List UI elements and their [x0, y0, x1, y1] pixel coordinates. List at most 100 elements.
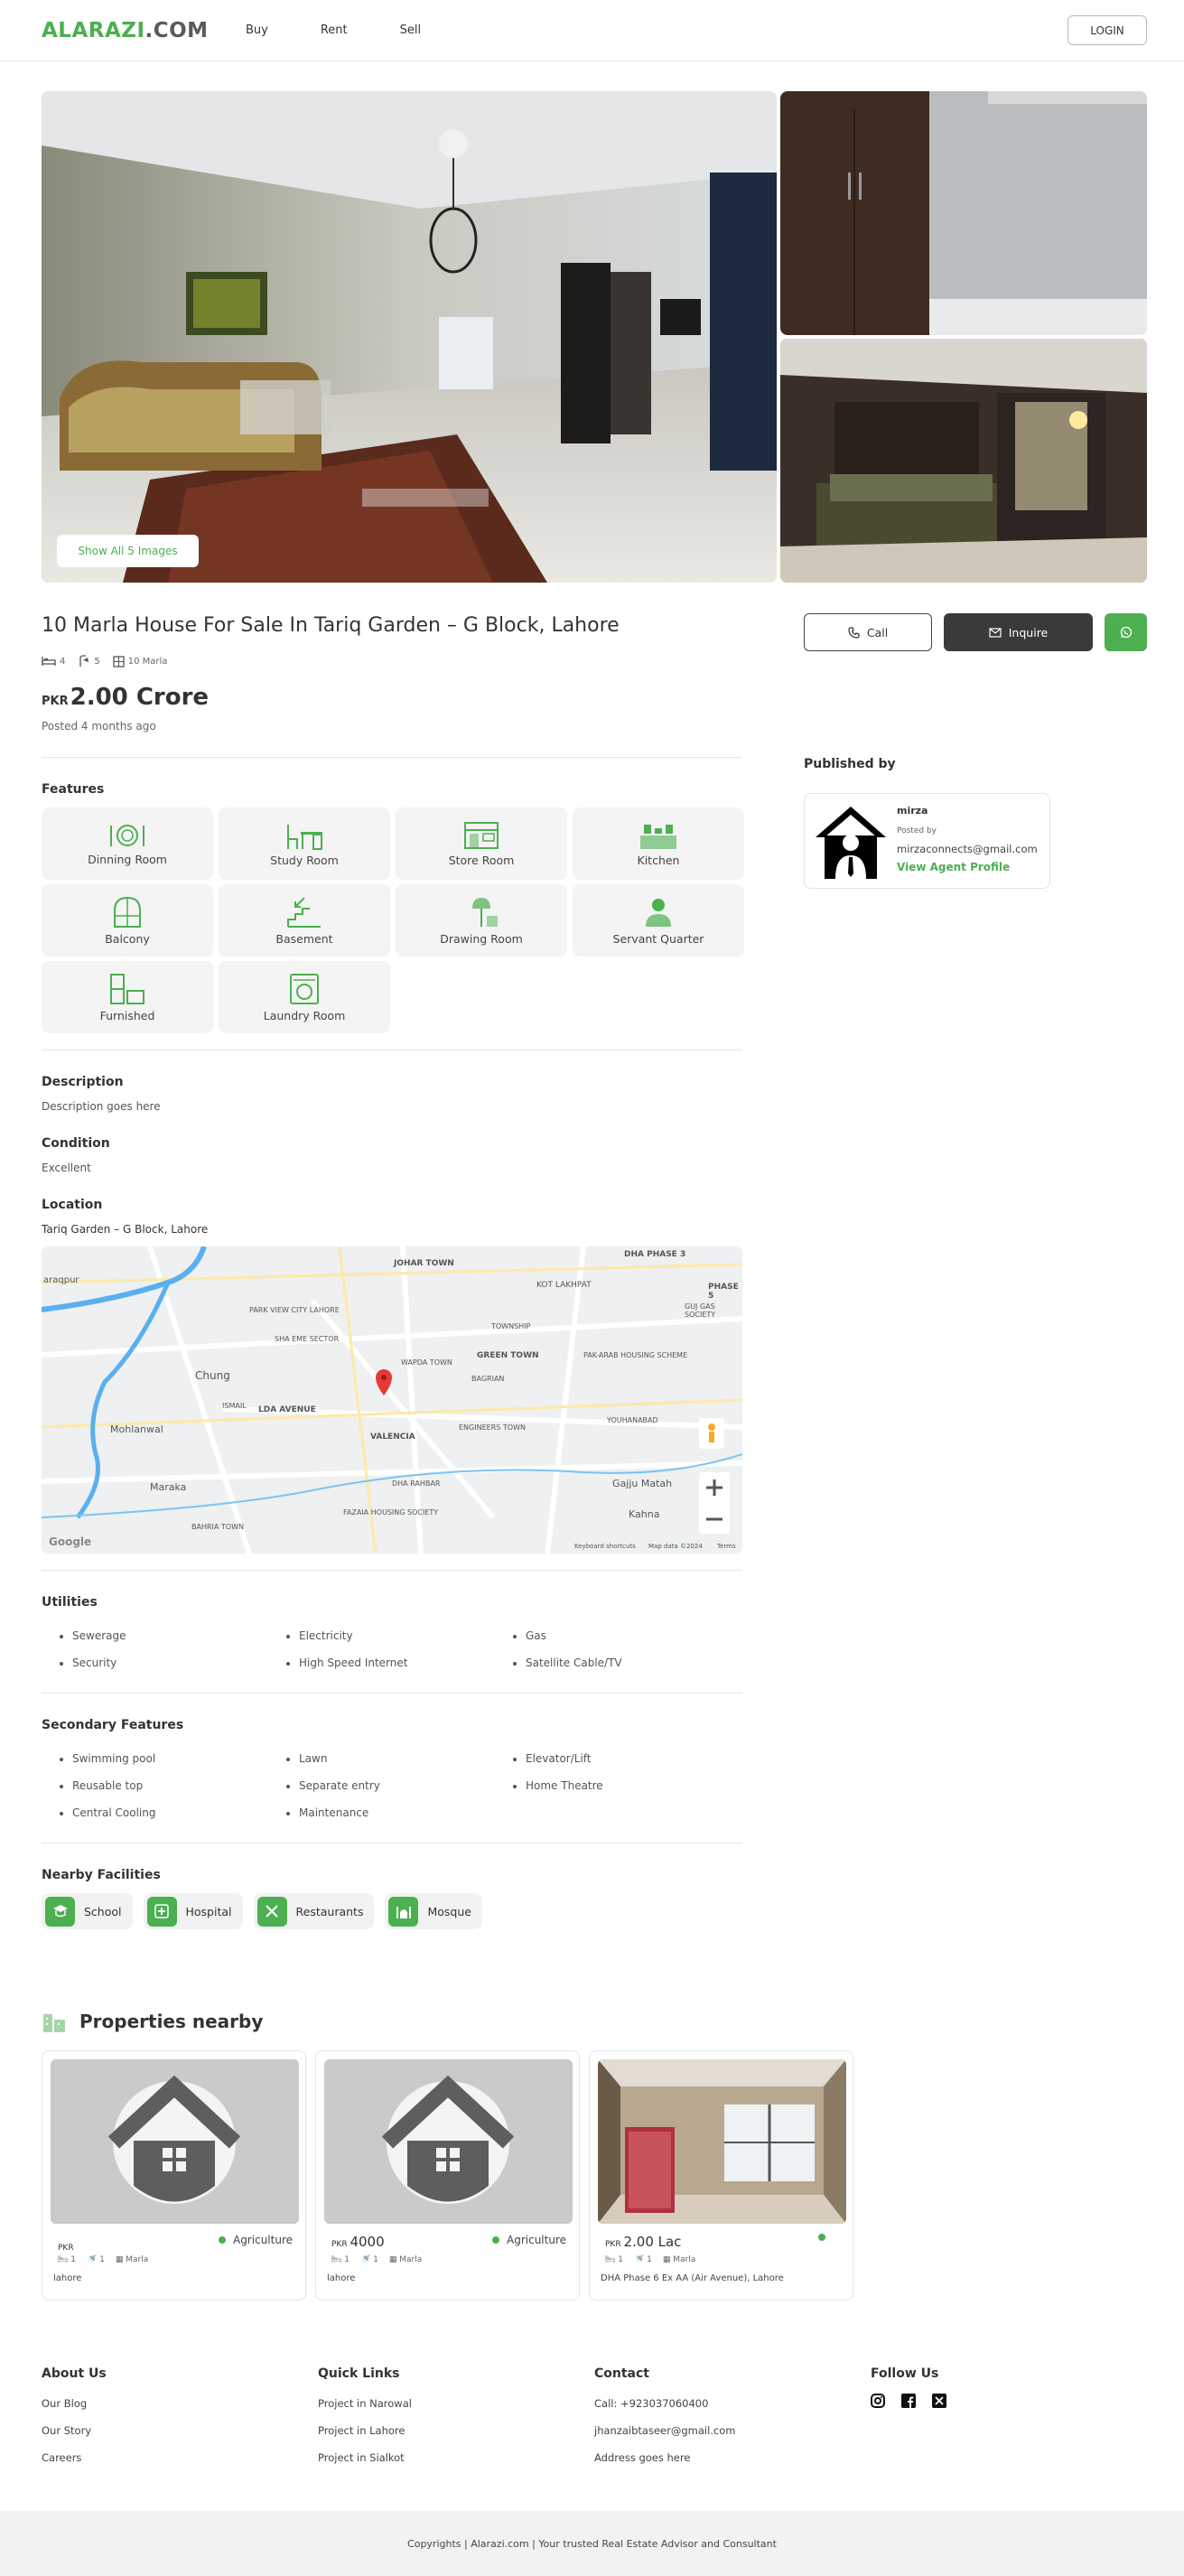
beds-spec: 4	[42, 656, 65, 667]
features-heading: Features	[42, 782, 105, 797]
footer-link-blog[interactable]: Our Blog	[42, 2397, 318, 2410]
footer-link-narowal[interactable]: Project in Narowal	[318, 2397, 594, 2410]
nav-buy[interactable]: Buy	[246, 23, 268, 37]
footer-link-story[interactable]: Our Story	[42, 2424, 318, 2437]
shower-icon: 🚿 1	[634, 2255, 652, 2264]
list-item: Home Theatre	[526, 1779, 722, 1792]
area-spec: 10 Marla	[113, 655, 167, 667]
list-item: Electricity	[299, 1629, 495, 1642]
description-text: Description goes here	[42, 1100, 161, 1113]
shower-icon	[79, 655, 89, 667]
bed-icon: 🛏 1	[58, 2255, 77, 2264]
agent-name: mirza	[897, 805, 928, 817]
fork-knife-icon	[256, 1896, 287, 1927]
phone-icon	[848, 626, 860, 639]
call-button[interactable]: Call	[804, 613, 932, 651]
feature-basement: Basement	[219, 884, 390, 957]
status-dot	[818, 2234, 825, 2241]
footer-link-careers[interactable]: Careers	[42, 2451, 318, 2464]
photo-bedroom[interactable]	[780, 339, 1147, 583]
footer-link-lahore[interactable]: Project in Lahore	[318, 2424, 594, 2437]
feature-drawing-room: Drawing Room	[396, 884, 567, 957]
site-logo[interactable]: ALARAZI.COM	[42, 19, 246, 42]
property-placeholder-image	[51, 2059, 299, 2224]
footer-heading: About Us	[42, 2366, 107, 2381]
contact-phone[interactable]: Call: +923037060400	[594, 2397, 871, 2410]
property-location: lahore	[327, 2273, 356, 2283]
property-type: Agriculture	[219, 2234, 293, 2246]
list-item: High Speed Internet	[299, 1657, 495, 1669]
listing-price: PKR2.00 Crore	[42, 684, 210, 711]
kitchen-icon	[640, 824, 676, 849]
shower-icon: 🚿 1	[360, 2255, 378, 2264]
dining-icon	[110, 824, 145, 846]
facility-mosque: Mosque	[385, 1893, 482, 1929]
property-card[interactable]: PKR Agriculture 🛏 1 🚿 1 ▦ Marla lahore	[42, 2050, 306, 2301]
property-price: PKR 2.00 Lac	[605, 2234, 682, 2250]
nav-rent[interactable]: Rent	[321, 23, 348, 37]
facility-hospital: Hospital	[143, 1893, 243, 1929]
map-terms[interactable]: Terms	[717, 1543, 736, 1550]
property-card[interactable]: PKR 4000 Agriculture 🛏 1 🚿 1 ▦ Marla lah…	[315, 2050, 580, 2301]
list-item: Maintenance	[299, 1806, 495, 1819]
image-gallery: Show All 5 Images	[42, 91, 1147, 583]
site-footer: About Us Our Blog Our Story Careers Quic…	[42, 2366, 1147, 2478]
property-location: lahore	[53, 2273, 82, 2283]
list-item: Security	[72, 1657, 268, 1669]
listing-details: 10 Marla House For Sale In Tariq Garden …	[42, 614, 744, 1929]
feature-dinning-room: Dinning Room	[42, 807, 213, 880]
utilities-heading: Utilities	[42, 1595, 98, 1610]
location-map[interactable]: JOHAR TOWN DHA PHASE 3 KOT LAKHPAT PARK …	[42, 1246, 742, 1554]
utilities-list: Sewerage Electricity Gas Security High S…	[42, 1629, 742, 1669]
store-icon	[464, 821, 499, 849]
location-heading: Location	[42, 1198, 103, 1212]
bed-icon	[42, 657, 56, 666]
feature-store-room: Store Room	[396, 807, 567, 880]
property-price: PKR	[58, 2244, 74, 2253]
area-icon: ▦ Marla	[388, 2255, 423, 2264]
instagram-icon[interactable]	[871, 2394, 885, 2408]
footer-follow: Follow Us	[871, 2366, 1147, 2478]
basement-icon	[287, 896, 321, 928]
contact-email[interactable]: jhanzaibtaseer@gmail.com	[594, 2424, 871, 2437]
photo-wardrobe[interactable]	[780, 91, 1147, 335]
feature-study-room: Study Room	[219, 807, 390, 880]
posted-by-label: Posted by	[897, 826, 937, 835]
list-item: Central Cooling	[72, 1806, 268, 1819]
description-heading: Description	[42, 1075, 124, 1089]
property-type: Agriculture	[492, 2234, 566, 2246]
whatsapp-button[interactable]	[1105, 613, 1147, 651]
property-card[interactable]: PKR 2.00 Lac 🛏 1 🚿 1 ▦ Marla DHA Phase 6…	[589, 2050, 853, 2301]
school-icon	[45, 1896, 75, 1927]
property-specs: 🛏 1 🚿 1 ▦ Marla	[58, 2255, 148, 2264]
lamp-chair-icon	[472, 897, 498, 927]
map-keyboard-shortcuts[interactable]: Keyboard shortcuts	[574, 1543, 636, 1550]
footer-about: About Us Our Blog Our Story Careers	[42, 2366, 318, 2478]
login-button[interactable]: LOGIN	[1067, 15, 1147, 45]
footer-link-sialkot[interactable]: Project in Sialkot	[318, 2451, 594, 2464]
property-price: PKR 4000	[331, 2234, 385, 2250]
facility-school: School	[42, 1893, 133, 1929]
footer-quick-links: Quick Links Project in Narowal Project i…	[318, 2366, 594, 2478]
inquire-button[interactable]: Inquire	[944, 613, 1093, 651]
nearby-properties-list: PKR Agriculture 🛏 1 🚿 1 ▦ Marla lahore P…	[42, 2050, 853, 2301]
condition-heading: Condition	[42, 1136, 110, 1151]
list-item: Separate entry	[299, 1779, 495, 1792]
agent-avatar	[812, 803, 890, 881]
property-placeholder-image	[324, 2059, 573, 2224]
secondary-features-list: Swimming pool Lawn Elevator/Lift Reusabl…	[42, 1752, 742, 1819]
show-all-images-button[interactable]: Show All 5 Images	[57, 535, 199, 567]
view-agent-profile-link[interactable]: View Agent Profile	[897, 861, 1010, 873]
contact-address: Address goes here	[594, 2451, 691, 2464]
footer-heading: Quick Links	[318, 2366, 400, 2381]
google-logo: Google	[49, 1535, 92, 1548]
bed-icon: 🛏 1	[605, 2255, 624, 2264]
list-item: Gas	[526, 1629, 722, 1642]
divider	[42, 1693, 742, 1694]
x-twitter-icon[interactable]	[932, 2394, 946, 2408]
status-dot	[219, 2236, 226, 2244]
nav-sell[interactable]: Sell	[400, 23, 421, 37]
facebook-icon[interactable]	[901, 2394, 916, 2408]
feature-balcony: Balcony	[42, 884, 213, 957]
main-photo-living-room[interactable]: Show All 5 Images	[42, 91, 777, 583]
